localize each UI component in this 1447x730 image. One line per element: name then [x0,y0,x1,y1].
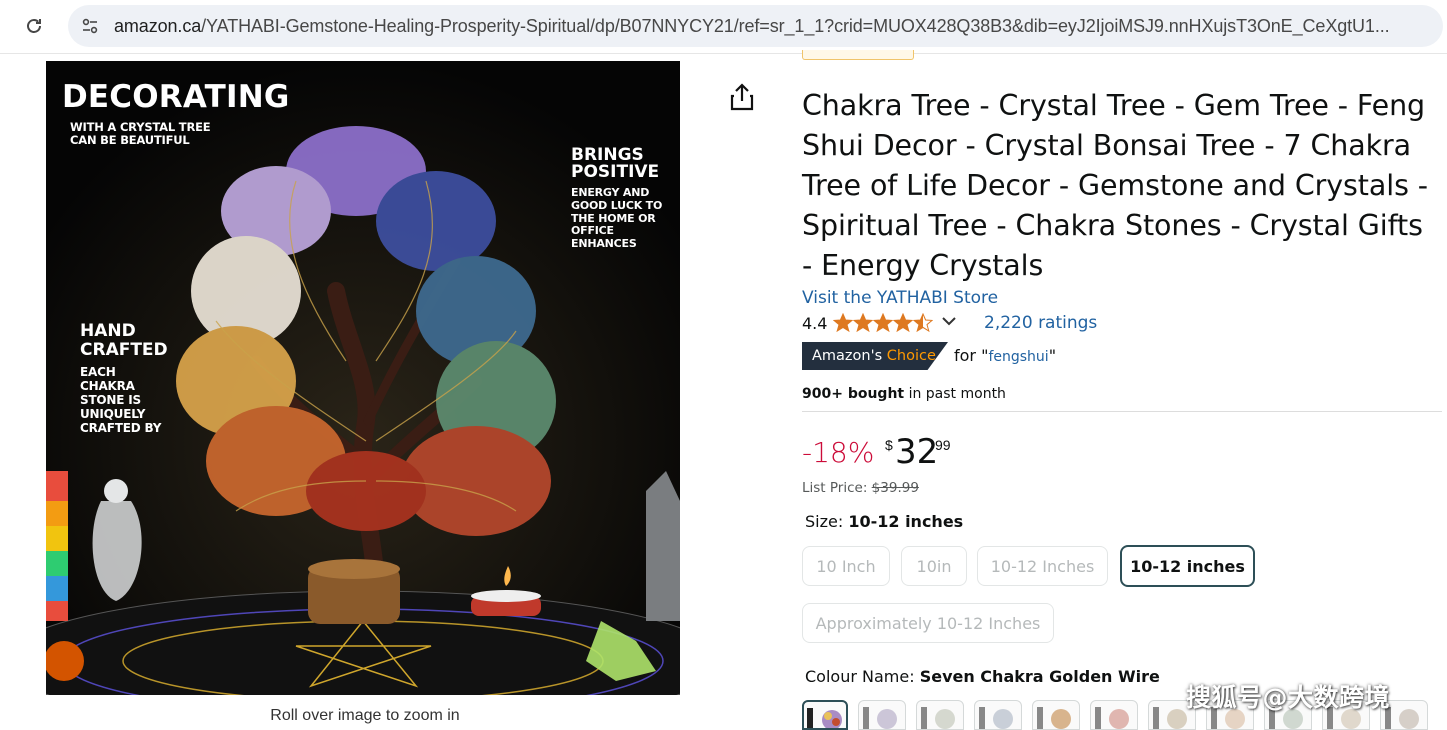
colour-selected-value: Seven Chakra Golden Wire [919,667,1160,686]
image-right-title-line: POSITIVE [571,162,660,182]
price-whole: 32 [895,432,939,472]
image-left-title-line: CRAFTED [80,340,168,360]
amazons-choice-badge[interactable]: Amazon's Choice [802,342,948,370]
choice-keyword-link[interactable]: fengshui [988,349,1048,365]
rating-value: 4.4 [802,313,828,333]
image-left-body-line: STONE IS [80,393,141,407]
size-option-button[interactable]: 10-12 Inches [977,546,1108,586]
colour-label-prefix: Colour Name: [805,667,920,686]
address-bar[interactable]: amazon.ca/YATHABI-Gemstone-Healing-Prosp… [68,5,1443,47]
choice-for-prefix: for " [954,346,989,365]
badge-choice: Choice [886,348,936,364]
image-left-body-line: UNIQUELY [80,407,146,421]
star-rating-icon[interactable] [833,313,934,333]
ratings-count-link[interactable]: 2,220 ratings [984,313,1097,333]
size-option-button[interactable]: 10 Inch [802,546,890,586]
watermark-text: 搜狐号@大数跨境 [1186,683,1391,712]
image-left-title: HAND CRAFTED [80,322,168,360]
bought-in-past-month: 900+ bought in past month [802,386,1006,402]
image-left-body-line: CHAKRA [80,379,135,393]
url-path: /YATHABI-Gemstone-Healing-Prosperity-Spi… [201,16,1390,36]
price-fraction: 99 [935,437,951,453]
size-option-button-selected[interactable]: 10-12 inches [1120,545,1255,587]
discount-percent: -18% [802,436,875,469]
site-info-icon[interactable] [76,12,104,40]
image-headline-sub-line: CAN BE BEAUTIFUL [70,133,190,147]
reload-icon[interactable] [22,14,46,38]
size-option-button[interactable]: 10in [901,546,967,586]
image-right-title: BRINGS POSITIVE [571,147,659,181]
price-currency: $ [885,437,893,453]
rating-row[interactable]: 4.4 [802,312,957,334]
chevron-down-icon[interactable] [941,314,957,332]
badge-prefix: Amazon's [812,348,883,364]
url-text[interactable]: amazon.ca/YATHABI-Gemstone-Healing-Prosp… [114,16,1434,36]
share-icon[interactable] [728,82,756,112]
image-right-body-line: ENHANCES [571,237,637,251]
size-label-prefix: Size: [805,512,849,531]
stars-svg [833,313,934,333]
image-left-title-line: HAND [80,321,136,341]
image-right-body-line: ENERGY AND [571,186,650,199]
browser-toolbar: amazon.ca/YATHABI-Gemstone-Healing-Prosp… [0,0,1447,54]
image-left-body-line: EACH [80,365,116,379]
list-price-value: $39.99 [871,480,919,496]
product-title: Chakra Tree - Crystal Tree - Gem Tree - … [802,89,1428,282]
choice-for-close: " [1048,346,1057,365]
image-right-body: ENERGY AND GOOD LUCK TO THE HOME OR OFFI… [571,186,663,251]
size-selected-value: 10-12 inches [848,512,964,531]
image-headline-sub: WITH A CRYSTAL TREE CAN BE BEAUTIFUL [70,121,211,147]
image-headline: DECORATING [62,79,290,115]
previous-badge-edge [802,50,914,60]
size-label: Size: 10-12 inches [805,512,963,531]
store-link[interactable]: Visit the YATHABI Store [802,288,998,308]
image-left-body-line: CRAFTED BY [80,421,162,435]
image-right-body-line: GOOD LUCK TO [571,198,663,212]
choice-for-text: for "fengshui" [954,346,1056,365]
colour-label: Colour Name: Seven Chakra Golden Wire [805,667,1160,686]
image-left-body: EACH CHAKRA STONE IS UNIQUELY CRAFTED BY [80,365,161,435]
bought-rest: in past month [904,386,1006,402]
url-domain: amazon.ca [114,16,202,36]
list-price: List Price: $39.99 [802,480,919,496]
size-option-button[interactable]: Approximately 10-12 Inches [802,603,1054,643]
divider [802,411,1442,412]
zoom-hint: Roll over image to zoom in [270,707,460,724]
product-main-image[interactable]: DECORATING WITH A CRYSTAL TREE CAN BE BE… [46,61,680,695]
list-price-label: List Price: [802,480,872,496]
bought-count: 900+ bought [802,386,905,402]
